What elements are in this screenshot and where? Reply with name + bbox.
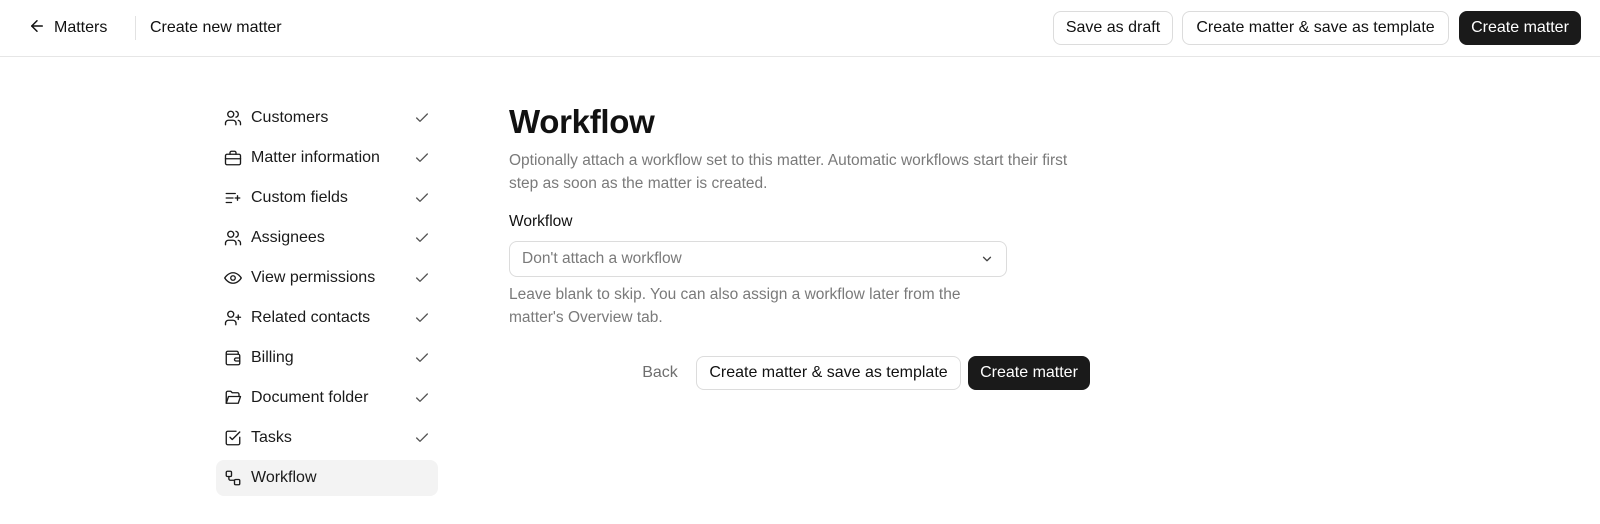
sidebar-item-label: Assignees xyxy=(251,229,325,246)
workflow-helper-text: Leave blank to skip. You can also assign… xyxy=(509,286,961,326)
sidebar-item-document-folder[interactable]: Document folder xyxy=(216,380,438,416)
back-to-matters-link[interactable]: Matters xyxy=(28,12,107,44)
workflow-section: Workflow Optionally attach a workflow se… xyxy=(509,100,1089,329)
check-icon xyxy=(414,270,430,286)
sidebar-item-label: Custom fields xyxy=(251,189,348,206)
check-icon xyxy=(414,430,430,446)
users-icon xyxy=(224,229,242,247)
sidebar-item-label: Workflow xyxy=(251,469,317,486)
sidebar-item-workflow[interactable]: Workflow xyxy=(216,460,438,496)
check-icon xyxy=(414,390,430,406)
check-icon xyxy=(414,230,430,246)
check-icon xyxy=(414,150,430,166)
save-as-draft-button[interactable]: Save as draft xyxy=(1053,11,1173,45)
check-icon xyxy=(414,350,430,366)
top-bar: Matters Create new matter Save as draft … xyxy=(0,0,1600,57)
sidebar-item-label: Customers xyxy=(251,109,329,126)
sidebar-item-customers[interactable]: Customers xyxy=(216,100,438,136)
sidebar-item-label: View permissions xyxy=(251,269,376,286)
create-matter-button[interactable]: Create matter xyxy=(968,356,1090,390)
sidebar-item-label: Related contacts xyxy=(251,309,371,326)
back-link-label: Matters xyxy=(54,19,108,36)
sidebar-item-billing[interactable]: Billing xyxy=(216,340,438,376)
check-icon xyxy=(414,310,430,326)
page-title: Workflow xyxy=(509,103,655,140)
header-save-template-button[interactable]: Create matter & save as template xyxy=(1182,11,1449,45)
sidebar-item-matter-information[interactable]: Matter information xyxy=(216,140,438,176)
square-check-icon xyxy=(224,429,242,447)
user-plus-icon xyxy=(224,309,242,327)
wallet-icon xyxy=(224,349,242,367)
page-header-title: Create new matter xyxy=(150,19,282,36)
header-create-matter-button[interactable]: Create matter xyxy=(1459,11,1581,45)
check-icon xyxy=(414,190,430,206)
chevron-down-icon xyxy=(980,252,994,266)
sidebar-item-view-permissions[interactable]: View permissions xyxy=(216,260,438,296)
sidebar-item-related-contacts[interactable]: Related contacts xyxy=(216,300,438,336)
back-button[interactable]: Back xyxy=(628,356,692,390)
workflow-select-value: Don't attach a workflow xyxy=(522,250,682,267)
steps-sidebar: Customers Matter information Custom fiel… xyxy=(216,100,438,500)
users-icon xyxy=(224,109,242,127)
sidebar-item-assignees[interactable]: Assignees xyxy=(216,220,438,256)
sidebar-item-label: Document folder xyxy=(251,389,369,406)
save-template-button[interactable]: Create matter & save as template xyxy=(696,356,961,390)
sidebar-item-custom-fields[interactable]: Custom fields xyxy=(216,180,438,216)
sidebar-item-label: Tasks xyxy=(251,429,292,446)
workflow-select[interactable]: Don't attach a workflow xyxy=(509,241,1007,277)
header-divider xyxy=(135,16,136,40)
briefcase-icon xyxy=(224,149,242,167)
arrow-left-icon xyxy=(28,17,46,40)
check-icon xyxy=(414,110,430,126)
section-description: Optionally attach a workflow set to this… xyxy=(509,152,1068,192)
list-plus-icon xyxy=(224,189,242,207)
workflow-icon xyxy=(224,469,242,487)
sidebar-item-label: Billing xyxy=(251,349,294,366)
folder-open-icon xyxy=(224,389,242,407)
sidebar-item-tasks[interactable]: Tasks xyxy=(216,420,438,456)
eye-icon xyxy=(224,269,242,287)
workflow-field-label: Workflow xyxy=(509,213,573,230)
sidebar-item-label: Matter information xyxy=(251,149,380,166)
